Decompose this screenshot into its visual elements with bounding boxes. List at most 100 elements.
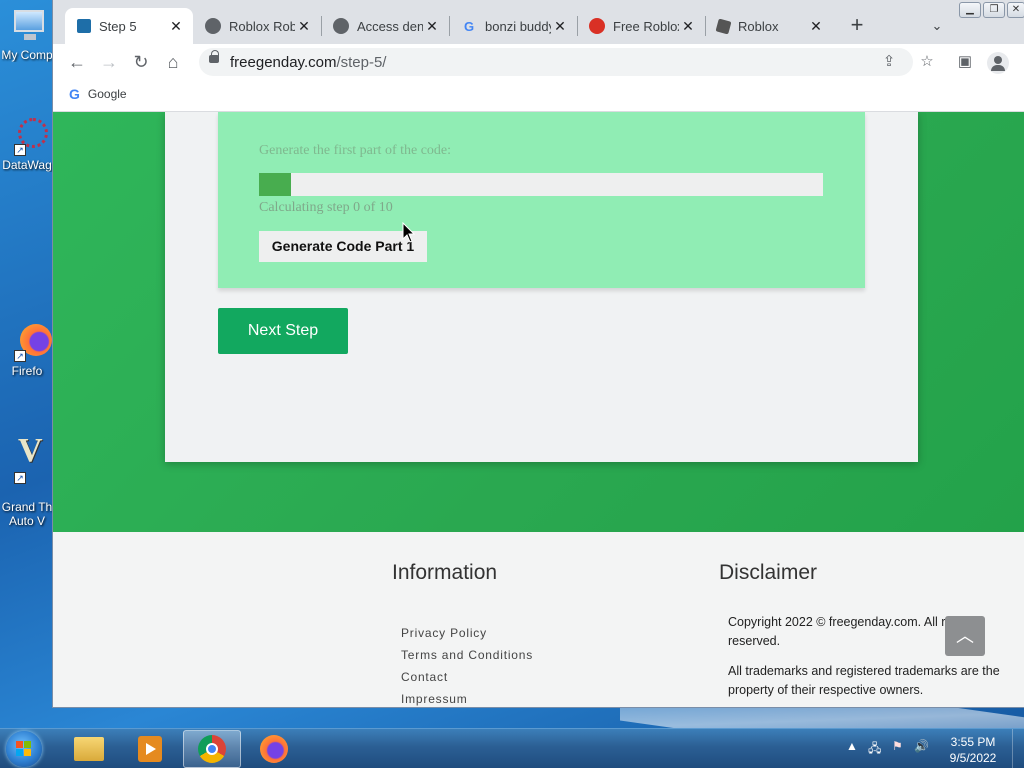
lock-icon bbox=[209, 50, 219, 63]
mouse-cursor-icon bbox=[402, 222, 416, 243]
shortcut-arrow-icon: ↗ bbox=[14, 350, 26, 362]
show-hidden-icons-icon[interactable]: ▲ bbox=[846, 739, 858, 753]
start-button[interactable] bbox=[6, 731, 42, 767]
google-icon: G bbox=[69, 86, 80, 102]
google-icon: G bbox=[463, 18, 475, 34]
browser-toolbar: ← → ↻ ⌂ freegenday.com/step-5/ ⇪ ☆ ▣ bbox=[53, 44, 1024, 80]
hero-section: Generate the first part of the code: Cal… bbox=[53, 112, 1024, 532]
footer-link-contact[interactable]: Contact bbox=[401, 670, 533, 692]
gta-v-icon: V ↗ bbox=[12, 434, 52, 484]
taskbar-media-player[interactable] bbox=[121, 730, 179, 768]
profile-avatar-icon[interactable] bbox=[987, 52, 1009, 74]
globe-icon bbox=[333, 18, 349, 34]
generate-label: Generate the first part of the code: bbox=[259, 143, 452, 158]
tab-close-icon[interactable]: ✕ bbox=[295, 17, 313, 35]
trademark-text: All trademarks and registered trademarks… bbox=[728, 664, 1000, 697]
tab-title: Step 5 bbox=[99, 18, 137, 34]
progress-fill bbox=[259, 173, 292, 196]
browser-window: Step 5 ✕ Roblox Robux ✕ Access denied ✕ … bbox=[52, 0, 1024, 708]
progress-bar bbox=[259, 173, 823, 196]
tab-step-5[interactable]: Step 5 ✕ bbox=[65, 8, 193, 44]
desktop-icon-firefox[interactable]: ↗ Firefo bbox=[0, 322, 54, 378]
bookmark-google[interactable]: G Google bbox=[69, 86, 127, 102]
tab-title: Roblox Robux bbox=[229, 18, 295, 34]
freegenday-icon bbox=[77, 19, 91, 33]
red-badge-icon bbox=[589, 18, 605, 34]
shortcut-arrow-icon: ↗ bbox=[14, 144, 26, 156]
restore-button[interactable]: ❐ bbox=[983, 2, 1005, 18]
footer-links: Privacy Policy Terms and Conditions Cont… bbox=[401, 626, 533, 707]
media-player-icon bbox=[138, 736, 162, 762]
minimize-button[interactable]: ▁ bbox=[959, 2, 981, 18]
clock-time: 3:55 PM bbox=[950, 735, 996, 749]
url-text[interactable]: freegenday.com/step-5/ bbox=[230, 54, 386, 71]
tab-strip: Step 5 ✕ Roblox Robux ✕ Access denied ✕ … bbox=[53, 0, 1024, 44]
desktop-icon-label: DataWag bbox=[2, 158, 52, 172]
forward-arrow-icon[interactable]: → bbox=[97, 50, 121, 74]
volume-icon[interactable]: 🔊 bbox=[914, 739, 929, 753]
new-tab-button[interactable]: + bbox=[845, 14, 869, 38]
explorer-icon bbox=[74, 737, 104, 761]
address-bar[interactable]: freegenday.com/step-5/ ⇪ bbox=[199, 48, 913, 76]
tab-search-chevron-icon[interactable]: ⌄ bbox=[925, 14, 949, 38]
tab-title: bonzi buddy bbox=[485, 18, 551, 34]
disclaimer-heading: Disclaimer bbox=[719, 561, 818, 584]
roblox-icon bbox=[715, 18, 732, 34]
taskbar-chrome[interactable] bbox=[183, 730, 241, 768]
next-step-button[interactable]: Next Step bbox=[218, 308, 348, 354]
tab-bonzi-buddy[interactable]: G bonzi buddy ✕ bbox=[449, 8, 577, 44]
bookmark-label: Google bbox=[87, 87, 127, 101]
page-viewport: Generate the first part of the code: Cal… bbox=[53, 112, 1024, 707]
tab-close-icon[interactable]: ✕ bbox=[679, 17, 697, 35]
tab-close-icon[interactable]: ✕ bbox=[423, 17, 441, 35]
bookmarks-bar: G Google bbox=[53, 80, 1024, 112]
taskbar-firefox[interactable] bbox=[245, 730, 303, 768]
close-window-button[interactable]: ✕ bbox=[1007, 2, 1024, 18]
desktop-icon-my-computer[interactable]: My Comp bbox=[0, 6, 54, 62]
progress-status: Calculating step 0 of 10 bbox=[259, 200, 393, 215]
tab-access-denied[interactable]: Access denied ✕ bbox=[321, 8, 449, 44]
url-host: freegenday.com bbox=[230, 54, 337, 71]
page-footer: Information Disclaimer Privacy Policy Te… bbox=[53, 532, 1024, 707]
tab-free-roblox[interactable]: Free Roblox ✕ bbox=[577, 8, 705, 44]
tab-close-icon[interactable]: ✕ bbox=[167, 17, 185, 35]
step-card: Generate the first part of the code: Cal… bbox=[165, 112, 918, 462]
tab-title: Access denied bbox=[357, 18, 423, 34]
desktop-icon-gta[interactable]: V ↗ Grand Th Auto V bbox=[0, 430, 54, 542]
system-clock[interactable]: 3:55 PM 9/5/2022 bbox=[944, 734, 1002, 766]
side-panel-icon[interactable]: ▣ bbox=[953, 50, 977, 74]
firefox-icon bbox=[260, 735, 288, 763]
footer-link-privacy-policy[interactable]: Privacy Policy bbox=[401, 626, 533, 648]
desktop-icon-datawag[interactable]: ↗ DataWag bbox=[0, 116, 54, 172]
footer-link-terms[interactable]: Terms and Conditions bbox=[401, 648, 533, 670]
back-arrow-icon[interactable]: ← bbox=[65, 50, 89, 74]
footer-link-impressum[interactable]: Impressum bbox=[401, 692, 533, 707]
bookmark-star-icon[interactable]: ☆ bbox=[915, 50, 939, 74]
chevron-up-icon: ︿ bbox=[956, 626, 974, 646]
taskbar-explorer[interactable] bbox=[60, 730, 118, 768]
shortcut-arrow-icon: ↗ bbox=[14, 472, 26, 484]
tab-roblox-robux[interactable]: Roblox Robux ✕ bbox=[193, 8, 321, 44]
desktop-icon-label: Firefo bbox=[11, 364, 43, 378]
datawag-icon: ↗ bbox=[12, 116, 52, 156]
url-path: /step-5/ bbox=[336, 54, 387, 71]
tab-roblox[interactable]: Roblox ✕ bbox=[705, 8, 833, 44]
computer-icon bbox=[12, 6, 52, 46]
chrome-icon bbox=[198, 735, 226, 763]
globe-icon bbox=[205, 18, 221, 34]
network-icon[interactable]: 🖧 bbox=[868, 739, 881, 760]
reload-icon[interactable]: ↻ bbox=[129, 50, 153, 74]
windows-logo-icon bbox=[16, 741, 32, 757]
tab-close-icon[interactable]: ✕ bbox=[551, 17, 569, 35]
clock-date: 9/5/2022 bbox=[949, 751, 997, 765]
desktop-icon-label: Grand Th Auto V bbox=[1, 500, 53, 528]
share-icon[interactable]: ⇪ bbox=[879, 52, 899, 72]
show-desktop-button[interactable] bbox=[1012, 729, 1024, 768]
tab-title: Free Roblox bbox=[613, 18, 679, 34]
code-generator-box: Generate the first part of the code: Cal… bbox=[218, 112, 865, 288]
tab-close-icon[interactable]: ✕ bbox=[807, 17, 825, 35]
information-heading: Information bbox=[392, 561, 498, 584]
scroll-to-top-button[interactable]: ︿ bbox=[945, 616, 985, 656]
home-icon[interactable]: ⌂ bbox=[161, 50, 185, 74]
action-center-flag-icon[interactable]: ⚑ bbox=[892, 739, 903, 753]
